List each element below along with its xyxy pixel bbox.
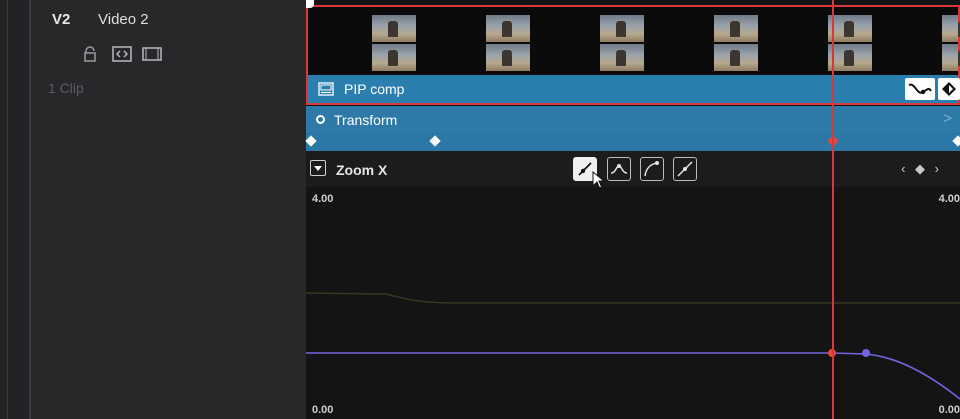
keyframe-marker[interactable] bbox=[305, 135, 317, 147]
parameter-dropdown[interactable] bbox=[310, 160, 326, 176]
ease-out-icon bbox=[677, 161, 693, 177]
left-gutter bbox=[0, 0, 30, 419]
thumbnail-frame bbox=[942, 44, 960, 71]
transform-header[interactable]: Transform > bbox=[306, 106, 960, 133]
keyframe-track[interactable] bbox=[305, 133, 960, 151]
keyframe-navigator[interactable]: ‹ ◆ › bbox=[901, 161, 942, 177]
clip-bar[interactable]: PIP comp bbox=[306, 75, 960, 105]
track-id: V2 bbox=[52, 11, 71, 28]
keyframe-marker[interactable] bbox=[952, 135, 960, 147]
parameter-label: Zoom X bbox=[336, 162, 388, 178]
curve-graph[interactable]: 4.00 0.00 4.00 0.00 bbox=[306, 187, 960, 419]
keyframe-editor-button[interactable] bbox=[938, 78, 960, 100]
ease-out-button[interactable] bbox=[673, 157, 697, 181]
thumbnail-frame bbox=[600, 44, 644, 71]
thumbnail-frame bbox=[372, 15, 416, 42]
transform-title: Transform bbox=[334, 112, 398, 128]
timeline-editor: V2 Video 2 1 Clip PIP comp Transform > Z… bbox=[0, 0, 960, 419]
curve-canvas bbox=[306, 292, 960, 400]
lock-icon[interactable] bbox=[82, 46, 98, 62]
thumbnail-frame bbox=[372, 44, 416, 71]
ease-in-out-button[interactable] bbox=[607, 157, 631, 181]
track-label-row: V2 Video 2 bbox=[30, 0, 306, 38]
thumbnail-frame bbox=[828, 15, 872, 42]
clip-title: PIP comp bbox=[344, 81, 405, 97]
track-controls bbox=[82, 46, 202, 64]
curve-editor-button[interactable] bbox=[905, 78, 935, 100]
auto-select-icon[interactable] bbox=[112, 46, 132, 62]
thumbnail-frame bbox=[942, 15, 960, 42]
ease-in-icon bbox=[644, 161, 659, 177]
track-visibility-icon[interactable] bbox=[142, 46, 162, 62]
zoom-x-curve bbox=[306, 352, 960, 400]
playhead[interactable] bbox=[832, 0, 834, 419]
track-name[interactable]: Video 2 bbox=[98, 11, 149, 28]
thumbnail-frame bbox=[486, 44, 530, 71]
clip-thumbnails[interactable] bbox=[306, 5, 960, 75]
clip-start-marker bbox=[306, 0, 314, 8]
composite-icon bbox=[318, 82, 334, 96]
transform-enable-toggle[interactable] bbox=[316, 115, 325, 124]
curve-icon bbox=[908, 83, 932, 95]
clip-count: 1 Clip bbox=[48, 80, 84, 96]
ease-in-out-icon bbox=[610, 164, 628, 174]
curve-handle-point bbox=[862, 349, 870, 357]
ghost-curve bbox=[306, 292, 960, 304]
ease-in-button[interactable] bbox=[640, 157, 664, 181]
thumbnail-frame bbox=[600, 15, 644, 42]
parameter-header: Zoom X ‹ ◆ › bbox=[306, 151, 960, 190]
keyframe-marker[interactable] bbox=[429, 135, 441, 147]
thumbnail-frame bbox=[828, 44, 872, 71]
thumbnail-frame bbox=[486, 15, 530, 42]
keyframe-icon bbox=[942, 82, 956, 96]
thumbnail-frame bbox=[714, 44, 758, 71]
timeline-track-area[interactable]: PIP comp Transform > Zoom X ‹ ◆ › 4.00 0… bbox=[305, 0, 960, 419]
chevron-right-icon[interactable]: > bbox=[943, 110, 952, 127]
gutter-divider bbox=[7, 0, 8, 419]
thumbnail-frame bbox=[714, 15, 758, 42]
